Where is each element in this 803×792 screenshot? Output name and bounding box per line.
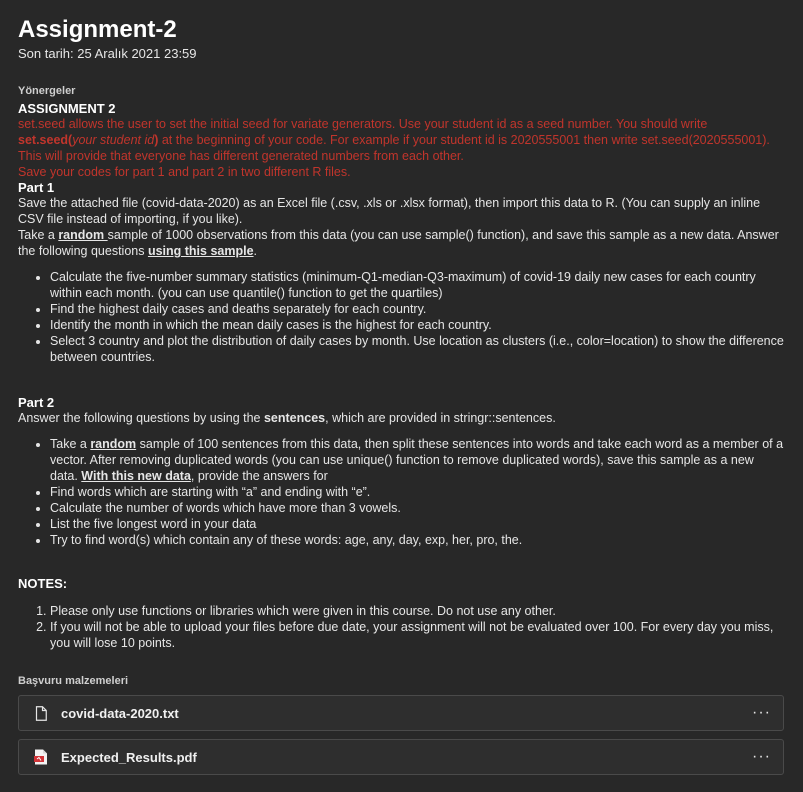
instructions-label: Yönergeler — [18, 85, 76, 97]
part2-list: Take a random sample of 100 sentences fr… — [18, 436, 785, 548]
part1-list: Calculate the five-number summary statis… — [18, 269, 785, 365]
notes-title: NOTES: — [18, 576, 68, 591]
list-item: Find the highest daily cases and deaths … — [50, 301, 785, 317]
list-item: Select 3 country and plot the distributi… — [50, 333, 785, 365]
part2-title: Part 2 — [18, 395, 55, 410]
list-item: Find words which are starting with “a” a… — [50, 484, 785, 500]
document-icon — [33, 704, 49, 722]
assignment-heading: ASSIGNMENT 2 — [18, 101, 116, 116]
page-title: Assignment-2 — [18, 16, 177, 43]
part1-paragraph-2: Take a random sample of 1000 observation… — [18, 228, 779, 258]
separate-files-notice: Save your codes for part 1 and part 2 in… — [18, 165, 351, 179]
reference-file-covid-data[interactable]: covid-data-2020.txt ··· — [18, 695, 784, 731]
seed-notice: set.seed allows the user to set the init… — [18, 117, 770, 179]
list-item: Calculate the five-number summary statis… — [50, 269, 785, 301]
notes-list: Please only use functions or libraries w… — [18, 603, 785, 651]
part2-intro: Answer the following questions by using … — [18, 411, 556, 425]
assignment-page: Assignment-2 Son tarih: 25 Aralık 2021 2… — [0, 0, 803, 775]
reference-materials-label: Başvuru malzemeleri — [18, 675, 129, 687]
file-name[interactable]: Expected_Results.pdf — [61, 750, 752, 765]
part1-title: Part 1 — [18, 180, 55, 195]
list-item: Try to find word(s) which contain any of… — [50, 532, 785, 548]
list-item: Identify the month in which the mean dai… — [50, 317, 785, 333]
list-item: List the five longest word in your data — [50, 516, 785, 532]
pdf-icon — [33, 748, 49, 766]
list-item: If you will not be able to upload your f… — [50, 619, 785, 651]
due-date: Son tarih: 25 Aralık 2021 23:59 — [18, 46, 197, 61]
list-item: Please only use functions or libraries w… — [50, 603, 785, 619]
part1-paragraph-1: Save the attached file (covid-data-2020)… — [18, 196, 761, 226]
list-item: Take a random sample of 100 sentences fr… — [50, 436, 785, 484]
reference-file-expected-results[interactable]: Expected_Results.pdf ··· — [18, 739, 784, 775]
more-options-icon[interactable]: ··· — [752, 748, 771, 766]
list-item: Calculate the number of words which have… — [50, 500, 785, 516]
file-name[interactable]: covid-data-2020.txt — [61, 706, 752, 721]
more-options-icon[interactable]: ··· — [752, 704, 771, 722]
